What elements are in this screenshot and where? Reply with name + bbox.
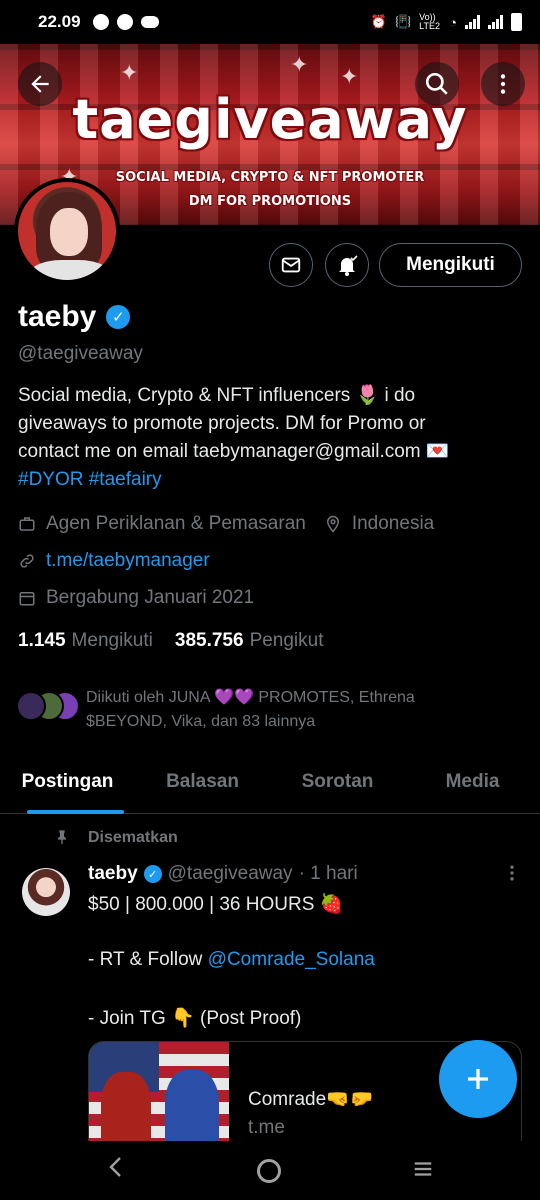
sparkle-icon: ✦	[120, 60, 139, 85]
tab-balasan[interactable]: Balasan	[135, 760, 270, 813]
post-text-line: - Join TG 👇 (Post Proof)	[88, 1008, 302, 1029]
whatsapp-icon	[92, 14, 109, 30]
verified-badge-icon: ✓	[143, 865, 162, 883]
profile-tabs: Postingan Balasan Sorotan Media	[0, 760, 540, 814]
card-domain: t.me	[248, 1117, 285, 1138]
link-icon	[18, 552, 36, 570]
post-mention-link[interactable]: @Comrade_Solana	[208, 949, 375, 970]
alarm-icon: ⏰	[370, 14, 387, 29]
profile-bio: Social media, Crypto & NFT influencers 🌷…	[18, 382, 528, 494]
nav-home-icon[interactable]	[256, 1158, 281, 1183]
tab-sorotan[interactable]: Sorotan	[270, 760, 405, 813]
followers-count-link[interactable]: 385.756 Pengikut	[175, 630, 324, 652]
sparkle-icon: ✦	[340, 64, 359, 89]
nav-recents-icon[interactable]	[410, 1155, 436, 1187]
profile-joined: Bergabung Januari 2021	[46, 587, 255, 608]
bell-check-icon	[339, 255, 358, 276]
post-text-line: - RT & Follow @Comrade_Solana	[88, 949, 375, 970]
post-text-line: $50 | 800.000 | 36 HOURS 🍓	[88, 894, 344, 915]
battery-icon	[511, 13, 522, 31]
post-more-button[interactable]	[502, 862, 522, 890]
following-button[interactable]: Mengikuti	[379, 243, 522, 287]
whatsapp-business-icon	[116, 14, 133, 30]
card-image	[89, 1042, 229, 1150]
profile-name: taeby	[18, 300, 97, 333]
notifications-button[interactable]	[325, 243, 369, 287]
profile-location: Indonesia	[351, 513, 435, 534]
profile-handle: @taegiveaway	[18, 343, 143, 364]
sparkle-icon: ✦	[290, 52, 309, 77]
plus-icon	[468, 1069, 488, 1089]
search-button[interactable]	[415, 62, 459, 106]
tab-postingan[interactable]: Postingan	[0, 760, 135, 814]
profile-avatar[interactable]	[14, 178, 120, 284]
back-button[interactable]	[18, 62, 62, 106]
profile-link[interactable]: t.me/taebymanager	[46, 550, 210, 572]
compose-post-button[interactable]	[439, 1040, 517, 1118]
arrow-left-icon	[31, 75, 49, 93]
message-button[interactable]	[269, 243, 313, 287]
envelope-icon	[281, 257, 301, 273]
calendar-icon	[18, 589, 36, 607]
more-options-button[interactable]	[481, 62, 525, 106]
more-vertical-icon	[510, 865, 514, 881]
android-nav-bar	[0, 1141, 540, 1200]
followed-by[interactable]: Diikuti oleh JUNA 💜💜 PROMOTES, Ethrena $…	[14, 686, 466, 734]
card-title: Comrade🤜🤛	[248, 1089, 374, 1110]
search-icon	[425, 72, 448, 95]
banner-title: taegiveaway	[72, 88, 468, 151]
more-vertical-icon	[500, 74, 506, 94]
following-count-link[interactable]: 1.145 Mengikuti	[18, 630, 153, 652]
post-author-name[interactable]: taeby	[88, 863, 138, 885]
post-avatar[interactable]	[22, 868, 70, 916]
avatar	[16, 691, 46, 721]
nav-back-icon[interactable]	[104, 1154, 128, 1187]
vibrate-icon: 📳	[394, 14, 412, 29]
post-time: · 1 hari	[298, 863, 358, 884]
signal-1-icon	[465, 15, 480, 29]
signal-2-icon	[488, 15, 503, 29]
status-time: 22.09	[38, 12, 81, 31]
pinned-label: Disematkan	[88, 829, 178, 846]
network-label: Vo)) LTE2	[419, 12, 440, 31]
briefcase-icon	[18, 515, 36, 533]
pin-icon	[54, 828, 70, 851]
wifi-icon: ◔	[449, 14, 457, 30]
followed-by-text: Diikuti oleh JUNA 💜💜 PROMOTES, Ethrena $…	[86, 689, 415, 730]
verified-badge-icon[interactable]: ✓	[106, 305, 131, 329]
location-pin-icon	[324, 515, 342, 533]
bio-hashtags[interactable]: #DYOR #taefairy	[18, 466, 528, 494]
tab-media[interactable]: Media	[405, 760, 540, 813]
status-bar: 22.09 ⏰ 📳 Vo)) LTE2 ◔	[0, 0, 540, 44]
profile-category: Agen Periklanan & Pemasaran	[46, 513, 306, 534]
cloud-icon	[140, 16, 159, 28]
post-author-handle: @taegiveaway	[167, 863, 293, 884]
